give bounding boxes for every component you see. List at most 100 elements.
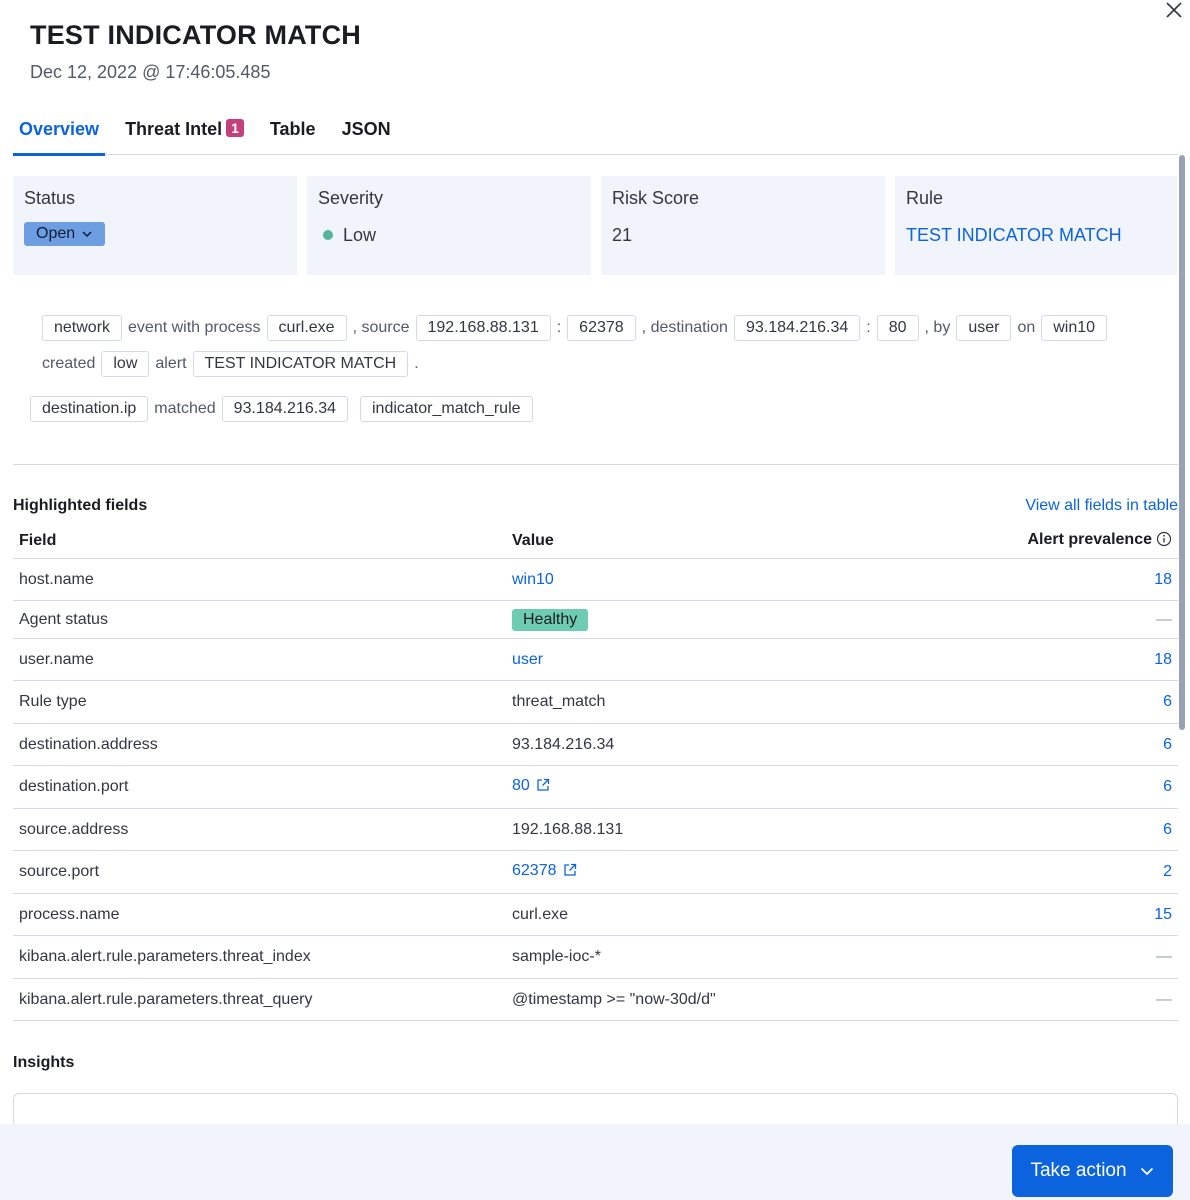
reason-text: :	[556, 319, 562, 336]
severity-pill[interactable]: low	[101, 351, 150, 377]
chevron-down-icon	[82, 231, 92, 238]
user-pill[interactable]: user	[956, 315, 1012, 341]
reason-line-2: created low alert TEST INDICATOR MATCH .	[30, 346, 1150, 382]
field-value-link[interactable]: user	[512, 651, 543, 668]
field-value-link[interactable]: 62378	[512, 862, 557, 879]
field-name: destination.address	[19, 735, 158, 753]
prevalence-count[interactable]: 18	[1154, 651, 1172, 668]
rule-label: Rule	[906, 188, 944, 208]
take-action-label: Take action	[1030, 1160, 1127, 1181]
source-ip-pill[interactable]: 192.168.88.131	[415, 315, 551, 341]
table-row: kibana.alert.rule.parameters.threat_inde…	[13, 936, 1178, 979]
close-icon[interactable]	[1162, 0, 1186, 22]
reason-text: on	[1017, 319, 1036, 336]
tab-threat-intel-label: Threat Intel	[125, 119, 223, 139]
status-dropdown-button[interactable]: Open	[24, 222, 106, 246]
summary-cards: Status Open Severity Low Risk Score 21 R…	[13, 176, 1177, 275]
threat-intel-count-badge: 1	[226, 119, 244, 137]
scrollbar[interactable]	[1179, 155, 1185, 730]
prevalence-count[interactable]: 18	[1154, 571, 1172, 588]
reason-text: event with process	[128, 319, 261, 336]
source-port-pill[interactable]: 62378	[567, 315, 636, 341]
risk-score-card: Risk Score 21	[601, 176, 885, 275]
tab-json[interactable]: JSON	[336, 108, 397, 155]
severity-label: Severity	[318, 188, 384, 208]
table-row: user.name user 18	[13, 639, 1178, 681]
tab-bar: Overview Threat Intel 1 Table JSON	[13, 108, 1178, 156]
column-header-prevalence-label: Alert prevalence	[1027, 530, 1152, 548]
reason-text: , by	[924, 319, 951, 336]
status-label: Status	[24, 188, 76, 208]
reason-text: , source	[352, 319, 410, 336]
prevalence-count[interactable]: 2	[1163, 863, 1172, 880]
status-card: Status Open	[13, 176, 297, 275]
alert-reason: network event with process curl.exe , so…	[30, 310, 1150, 427]
prevalence-count[interactable]: 15	[1154, 906, 1172, 923]
insights-title: Insights	[13, 1054, 75, 1071]
rule-card: Rule TEST INDICATOR MATCH	[895, 176, 1177, 275]
reason-text: matched	[154, 400, 216, 417]
host-pill[interactable]: win10	[1041, 315, 1108, 341]
field-name: source.port	[19, 863, 100, 880]
reason-line-3: destination.ip matched 93.184.216.34 ind…	[30, 391, 1150, 427]
matched-field-pill[interactable]: destination.ip	[30, 396, 149, 422]
reason-text: alert	[155, 355, 187, 372]
severity-value: Low	[343, 225, 377, 245]
table-row: Agent status Healthy —	[13, 601, 1178, 639]
prevalence-empty: —	[1156, 990, 1172, 1008]
matched-value-pill[interactable]: 93.184.216.34	[221, 396, 348, 422]
column-header-value: Value	[512, 532, 554, 549]
external-link-icon[interactable]	[536, 778, 550, 797]
take-action-button[interactable]: Take action	[1012, 1145, 1173, 1197]
prevalence-count[interactable]: 6	[1163, 821, 1172, 838]
external-link-icon[interactable]	[563, 863, 577, 882]
prevalence-count[interactable]: 6	[1163, 693, 1172, 710]
alert-timestamp: Dec 12, 2022 @ 17:46:05.485	[30, 62, 271, 82]
table-row: process.name curl.exe 15	[13, 894, 1178, 936]
field-value: @timestamp >= "now-30d/d"	[512, 990, 716, 1008]
rule-name-pill[interactable]: TEST INDICATOR MATCH	[192, 351, 409, 377]
column-header-field: Field	[19, 532, 57, 549]
field-name: source.address	[19, 820, 129, 838]
table-row: destination.port 80 6	[13, 766, 1178, 809]
reason-text: created	[42, 355, 96, 372]
chevron-down-icon	[1140, 1167, 1153, 1176]
field-value: 93.184.216.34	[512, 735, 615, 753]
risk-score-value: 21	[612, 225, 633, 245]
rule-link[interactable]: TEST INDICATOR MATCH	[906, 225, 1166, 246]
prevalence-count[interactable]: 6	[1163, 778, 1172, 795]
event-category-pill[interactable]: network	[42, 315, 123, 341]
destination-ip-pill[interactable]: 93.184.216.34	[733, 315, 861, 341]
highlighted-fields-table: Field Value Alert prevalence host.name w…	[13, 524, 1178, 1021]
destination-port-pill[interactable]: 80	[876, 315, 919, 341]
page-title: TEST INDICATOR MATCH	[30, 20, 361, 50]
field-name: Agent status	[19, 610, 108, 628]
reason-text: :	[866, 319, 871, 336]
field-name: destination.port	[19, 778, 129, 795]
process-name-pill[interactable]: curl.exe	[266, 315, 347, 341]
status-value: Open	[36, 225, 76, 242]
view-all-fields-link[interactable]: View all fields in table	[1025, 497, 1178, 515]
prevalence-count[interactable]: 6	[1163, 736, 1172, 753]
column-header-prevalence: Alert prevalence	[978, 531, 1178, 552]
highlighted-fields-title: Highlighted fields	[13, 497, 148, 514]
risk-score-label: Risk Score	[612, 188, 700, 208]
tab-table[interactable]: Table	[264, 108, 322, 155]
reason-text: .	[414, 355, 419, 372]
field-value-link[interactable]: win10	[512, 571, 554, 588]
tab-threat-intel[interactable]: Threat Intel 1	[119, 108, 250, 155]
field-value: sample-ioc-*	[512, 948, 601, 965]
reason-line-1: network event with process curl.exe , so…	[30, 310, 1150, 346]
info-icon[interactable]	[1156, 531, 1172, 552]
prevalence-empty: —	[1156, 948, 1172, 965]
field-name: host.name	[19, 570, 94, 588]
matched-type-pill[interactable]: indicator_match_rule	[360, 396, 533, 422]
section-divider	[13, 464, 1178, 465]
tab-overview[interactable]: Overview	[13, 108, 106, 156]
table-row: Rule type threat_match 6	[13, 681, 1178, 724]
table-header-row: Field Value Alert prevalence	[13, 524, 1178, 559]
field-value-link[interactable]: 80	[512, 777, 530, 794]
reason-text: , destination	[641, 319, 728, 336]
tab-overview-label: Overview	[19, 119, 100, 139]
field-value: 192.168.88.131	[512, 820, 624, 838]
